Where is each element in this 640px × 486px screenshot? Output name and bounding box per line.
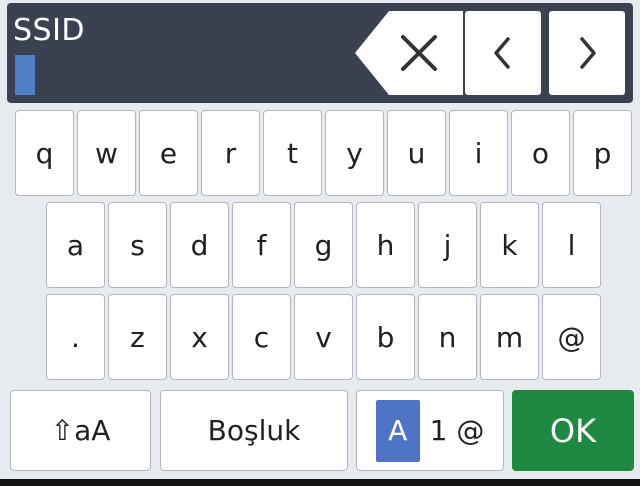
key-v[interactable]: v — [294, 294, 353, 380]
key-s[interactable]: s — [108, 202, 167, 288]
mode-alpha-active: A — [375, 399, 420, 462]
field-label: SSID — [13, 13, 86, 48]
key-q[interactable]: q — [15, 110, 74, 196]
key-g[interactable]: g — [294, 202, 353, 288]
key-at[interactable]: @ — [542, 294, 601, 380]
key-y[interactable]: y — [325, 110, 384, 196]
chevron-left-icon — [494, 37, 510, 69]
chevron-right-icon — [580, 37, 596, 69]
backspace-icon — [355, 11, 463, 95]
key-l[interactable]: l — [542, 202, 601, 288]
key-i[interactable]: i — [449, 110, 508, 196]
key-f[interactable]: f — [232, 202, 291, 288]
key-h[interactable]: h — [356, 202, 415, 288]
key-b[interactable]: b — [356, 294, 415, 380]
bottom-edge — [0, 479, 640, 486]
key-n[interactable]: n — [418, 294, 477, 380]
backspace-button[interactable] — [355, 11, 463, 95]
key-c[interactable]: c — [232, 294, 291, 380]
key-x[interactable]: x — [170, 294, 229, 380]
key-d[interactable]: d — [170, 202, 229, 288]
key-m[interactable]: m — [480, 294, 539, 380]
input-mode-button[interactable]: A 1 @ — [356, 390, 504, 471]
space-button[interactable]: Boşluk — [160, 390, 348, 471]
cursor-right-button[interactable] — [549, 11, 625, 95]
shift-case-button[interactable]: ⇧aA — [10, 390, 151, 471]
key-u[interactable]: u — [387, 110, 446, 196]
key-e[interactable]: e — [139, 110, 198, 196]
key-a[interactable]: a — [46, 202, 105, 288]
key-j[interactable]: j — [418, 202, 477, 288]
key-k[interactable]: k — [480, 202, 539, 288]
key-p[interactable]: p — [573, 110, 632, 196]
ok-button[interactable]: OK — [512, 390, 634, 471]
text-cursor — [15, 55, 35, 95]
key-o[interactable]: o — [511, 110, 570, 196]
mode-other-options: 1 @ — [429, 414, 485, 447]
key-t[interactable]: t — [263, 110, 322, 196]
key-w[interactable]: w — [77, 110, 136, 196]
key-r[interactable]: r — [201, 110, 260, 196]
cursor-left-button[interactable] — [465, 11, 541, 95]
key-period[interactable]: . — [46, 294, 105, 380]
key-z[interactable]: z — [108, 294, 167, 380]
input-header: SSID — [7, 3, 633, 103]
